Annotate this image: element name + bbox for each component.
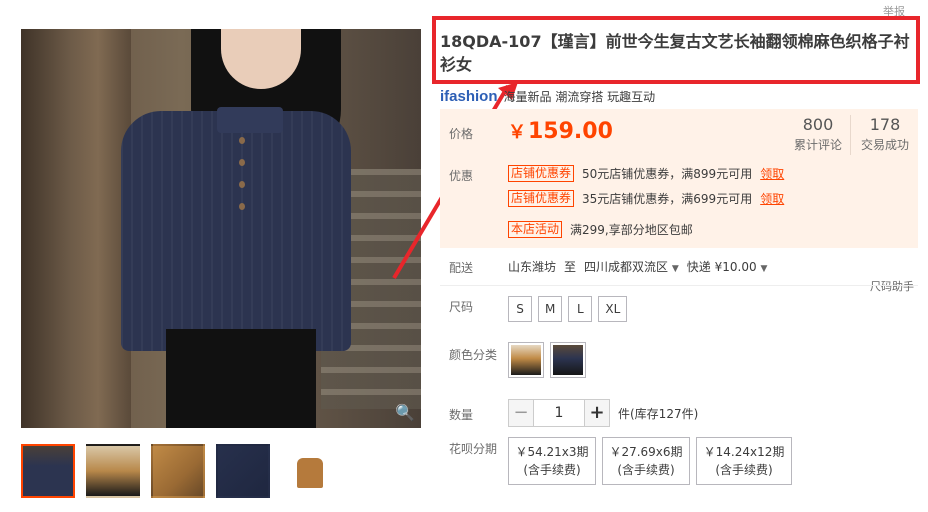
photo-shirt-collar [217, 107, 283, 133]
chevron-down-icon: ▼ [760, 264, 768, 274]
promo-tag: 店铺优惠券 [508, 165, 575, 182]
chevron-down-icon: ▼ [671, 264, 679, 274]
size-option-m[interactable]: M [538, 296, 563, 322]
price-label: 价格 [449, 127, 474, 141]
color-label: 颜色分类 [449, 348, 498, 362]
divider [440, 285, 918, 286]
color-option-camel[interactable] [508, 342, 544, 378]
thumbnail-2[interactable] [86, 444, 140, 498]
review-count-label: 累计评论 [793, 138, 842, 152]
claim-coupon-link[interactable]: 领取 [760, 190, 784, 207]
promo-text: 满299,享部分地区包邮 [570, 223, 693, 237]
claim-coupon-link[interactable]: 领取 [760, 165, 784, 182]
shirt-button [239, 137, 245, 144]
review-count[interactable]: 800 累计评论 [785, 115, 851, 153]
review-count-number: 800 [802, 115, 834, 134]
size-option-xl[interactable]: XL [598, 296, 628, 322]
price-panel: 价格 ￥159.00 800 累计评论 178 交易成功 优惠 店铺优惠券 50… [440, 109, 918, 248]
shirt-button [239, 159, 245, 166]
promo-store-activity: 本店活动 满299,享部分地区包邮 [508, 221, 693, 238]
size-helper-link[interactable]: 尺码助手 [870, 278, 914, 294]
installment-option-12[interactable]: ￥14.24x12期 (含手续费) [696, 437, 792, 485]
installment-fee: (含手续费) [617, 463, 675, 477]
ship-destination-select[interactable]: 四川成都双流区 ▼ [584, 258, 679, 275]
jacket-image [297, 458, 323, 488]
sales-count: 178 交易成功 [852, 115, 918, 153]
shipping-label: 配送 [449, 261, 474, 275]
thumbnail-1[interactable] [21, 444, 75, 498]
size-options: S M L XL [508, 296, 628, 322]
increase-quantity-button[interactable]: + [584, 399, 610, 427]
thumbnail-3[interactable] [151, 444, 205, 498]
ship-to-word: 至 [564, 260, 577, 274]
installment-fee: (含手续费) [715, 463, 773, 477]
promo-coupon-1: 店铺优惠券 50元店铺优惠券，满899元可用 领取 [508, 165, 784, 182]
photo-model-skirt [166, 329, 316, 428]
promo-text: 35元店铺优惠券，满699元可用 [582, 192, 753, 206]
stat-divider [850, 115, 851, 155]
sales-count-number: 178 [869, 115, 901, 134]
promo-coupon-2: 店铺优惠券 35元店铺优惠券，满699元可用 领取 [508, 190, 784, 207]
product-title: 18QDA-107【瑾言】前世今生复古文艺长袖翻领棉麻色织格子衬衫女 [440, 32, 910, 74]
quantity-input[interactable]: 1 [534, 399, 584, 427]
quantity-stepper: − 1 + 件(库存127件) [508, 399, 698, 427]
promo-tag: 本店活动 [508, 221, 563, 238]
installment-label: 花呗分期 [449, 442, 498, 456]
product-page: 🔍 举报 18QDA-107【瑾言】前世今生复古文艺长袖翻领棉麻色织格子衬衫女 … [0, 0, 928, 512]
installment-option-6[interactable]: ￥27.69x6期 (含手续费) [602, 437, 690, 485]
size-option-l[interactable]: L [568, 296, 593, 322]
installment-option-3[interactable]: ￥54.21x3期 (含手续费) [508, 437, 596, 485]
color-option-navy[interactable] [550, 342, 586, 378]
size-label: 尺码 [449, 300, 474, 314]
installment-amount: ￥27.69x6期 [609, 445, 683, 459]
brand-tags: 海量新品 潮流穿搭 玩趣互动 [503, 89, 656, 104]
decrease-quantity-button[interactable]: − [508, 399, 534, 427]
quantity-label: 数量 [449, 408, 474, 422]
photo-model-shirt [121, 111, 351, 351]
ship-method: 快递 ¥10.00 [686, 260, 757, 274]
zoom-icon[interactable]: 🔍 [395, 404, 415, 422]
installment-amount: ￥54.21x3期 [515, 445, 589, 459]
promo-text: 50元店铺优惠券，满899元可用 [582, 167, 753, 181]
thumbnail-5[interactable] [281, 444, 335, 498]
shirt-button [239, 203, 245, 210]
installment-options: ￥54.21x3期 (含手续费) ￥27.69x6期 (含手续费) ￥14.24… [508, 437, 792, 485]
shipping-row: 山东潍坊 至 四川成都双流区 ▼ 快递 ¥10.00 ▼ [508, 258, 767, 275]
photo-wood-pillar [21, 29, 131, 428]
price-amount: 159.00 [528, 119, 613, 144]
promo-label: 优惠 [449, 169, 474, 183]
stock-text: 件(库存127件) [618, 406, 699, 421]
color-swatch-image [553, 345, 583, 375]
promo-tag: 店铺优惠券 [508, 190, 575, 207]
installment-fee: (含手续费) [523, 463, 581, 477]
price-value: ￥159.00 [508, 118, 613, 144]
main-product-photo[interactable]: 🔍 [21, 29, 421, 428]
ship-method-select[interactable]: 快递 ¥10.00 ▼ [687, 258, 768, 275]
sales-count-label: 交易成功 [860, 138, 909, 152]
color-swatch-image [511, 345, 541, 375]
color-options [508, 342, 586, 378]
thumbnail-4[interactable] [216, 444, 270, 498]
shirt-button [239, 181, 245, 188]
currency-symbol: ￥ [508, 122, 526, 143]
ship-destination: 四川成都双流区 [584, 260, 669, 274]
installment-amount: ￥14.24x12期 [703, 445, 785, 459]
thumbnail-strip [21, 444, 421, 500]
ship-from: 山东潍坊 [508, 260, 557, 274]
ifashion-logo[interactable]: ifashion [440, 88, 498, 105]
brand-row: ifashion 海量新品 潮流穿搭 玩趣互动 [440, 86, 655, 106]
size-option-s[interactable]: S [508, 296, 532, 322]
